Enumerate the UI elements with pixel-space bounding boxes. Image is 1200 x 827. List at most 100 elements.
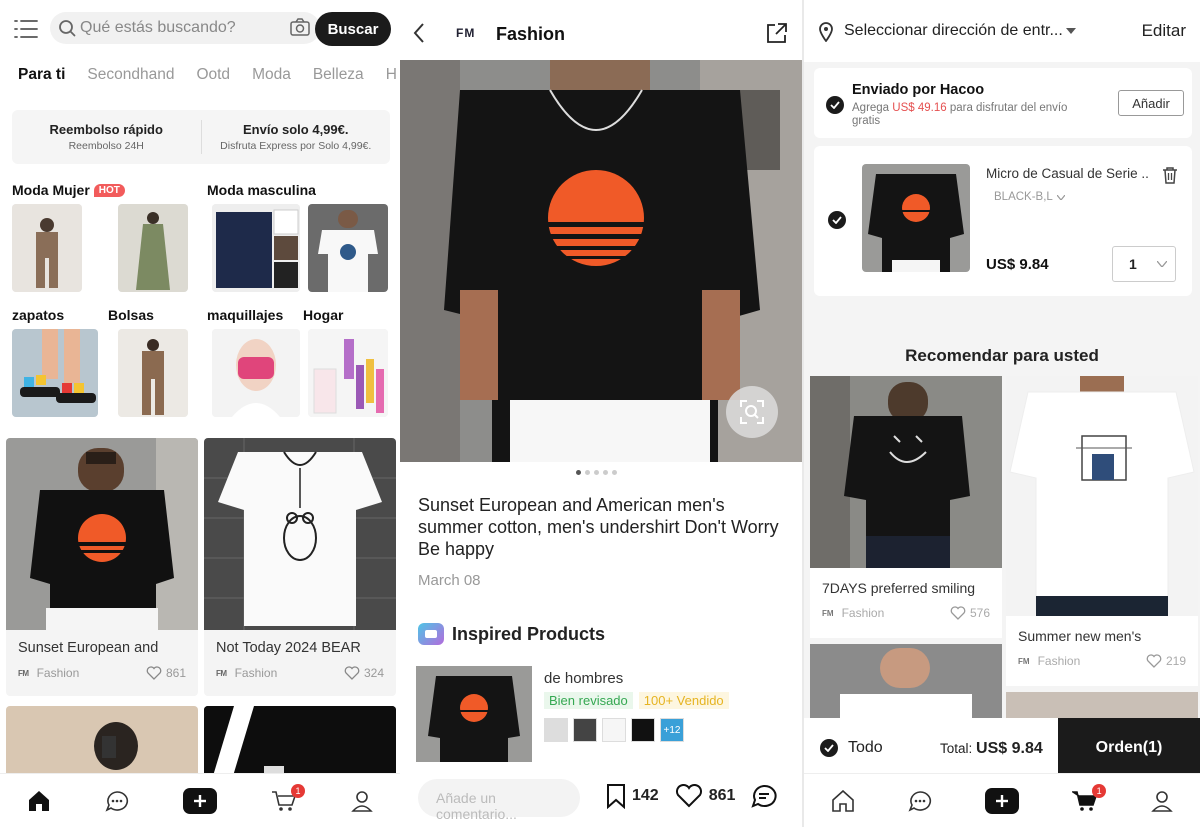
tag-well-reviewed: Bien revisado xyxy=(544,692,633,709)
select-all-label[interactable]: Todo xyxy=(848,739,883,757)
visual-search-button[interactable] xyxy=(726,386,778,438)
tab-belleza[interactable]: Belleza xyxy=(313,66,364,84)
nav-profile[interactable] xyxy=(351,790,373,812)
inspired-product-image[interactable] xyxy=(416,666,532,762)
category-moda-mujer[interactable]: Moda Mujer HOT xyxy=(12,182,125,198)
variant-label: BLACK-B,L xyxy=(994,191,1053,203)
nav-profile[interactable] xyxy=(1151,790,1174,812)
recommend-heading: Recomendar para usted xyxy=(905,346,1099,365)
recommended-card[interactable]: 7DAYS preferred smiling FM Fashion 576 xyxy=(810,376,1002,638)
swatch[interactable] xyxy=(573,718,597,742)
thumb-makeup-face[interactable] xyxy=(212,329,300,417)
add-more-button[interactable]: Añadir xyxy=(1118,90,1184,116)
recommended-card[interactable] xyxy=(810,644,1002,724)
nav-cart[interactable]: 1 xyxy=(271,783,305,812)
nav-post[interactable] xyxy=(183,787,217,814)
save-count: 142 xyxy=(632,787,659,804)
search-box[interactable] xyxy=(50,12,320,44)
category-maquillajes[interactable]: maquillajes xyxy=(207,307,283,323)
tab-moda[interactable]: Moda xyxy=(252,66,291,84)
category-moda-masculina[interactable]: Moda masculina xyxy=(207,182,316,198)
variant-selector[interactable]: BLACK-B,L xyxy=(994,191,1065,203)
swatch[interactable] xyxy=(544,718,568,742)
menu-list-icon[interactable] xyxy=(14,19,38,39)
nav-home[interactable] xyxy=(27,790,51,812)
category-label: Hogar xyxy=(303,307,344,323)
check-icon[interactable] xyxy=(826,96,844,114)
thumb-women-outfit[interactable] xyxy=(12,204,82,292)
nav-post[interactable] xyxy=(984,787,1019,814)
thumb-men-tshirt[interactable] xyxy=(308,204,388,292)
cart-screen: Seleccionar dirección de entr... Editar … xyxy=(804,0,1200,827)
save-button[interactable]: 142 xyxy=(606,783,659,809)
like-button[interactable]: 861 xyxy=(675,784,735,808)
tab-secondhand[interactable]: Secondhand xyxy=(87,66,174,84)
camera-icon[interactable] xyxy=(290,18,310,36)
post-actions: 142 861 xyxy=(606,783,793,809)
recommended-card[interactable]: Summer new men's FM Fashion 219 xyxy=(1006,376,1198,686)
like-button[interactable]: 219 xyxy=(1146,654,1186,668)
nav-messages[interactable] xyxy=(105,790,129,812)
nav-home[interactable] xyxy=(831,789,855,812)
search-input[interactable] xyxy=(80,12,270,44)
thumb-women-dress[interactable] xyxy=(118,204,188,292)
like-button[interactable]: 861 xyxy=(146,666,186,680)
heart-icon xyxy=(344,666,360,680)
category-tabs: Para ti Secondhand Ootd Moda Belleza H xyxy=(18,66,400,84)
search-icon xyxy=(58,19,76,37)
check-icon[interactable] xyxy=(828,211,846,229)
comment-input[interactable]: Añade un comentario... xyxy=(418,779,580,822)
comments-button[interactable] xyxy=(751,784,777,808)
recommended-card-image xyxy=(1006,376,1198,616)
feed-card[interactable]: Not Today 2024 BEAR FM Fashion 324 xyxy=(204,438,396,696)
thumb-bag-outfit[interactable] xyxy=(118,329,188,417)
quantity-select[interactable]: 1 xyxy=(1112,246,1176,282)
feed-card[interactable]: Sunset European and FM Fashion 861 xyxy=(6,438,198,696)
inspired-product-name[interactable]: de hombres xyxy=(544,670,623,687)
post-header: FM Fashion xyxy=(400,0,802,60)
promo-banner[interactable]: Reembolso rápido Reembolso 24H Envío sol… xyxy=(12,110,390,164)
inspired-products-icon xyxy=(418,623,444,645)
trash-icon[interactable] xyxy=(1162,166,1178,184)
bottom-nav: 1 xyxy=(804,773,1200,827)
like-button[interactable]: 324 xyxy=(344,666,384,680)
swatch[interactable] xyxy=(602,718,626,742)
category-hogar[interactable]: Hogar xyxy=(303,307,343,323)
category-zapatos[interactable]: zapatos xyxy=(12,307,64,323)
post-author-name[interactable]: Fashion xyxy=(496,24,565,45)
nav-messages[interactable] xyxy=(908,790,932,812)
tab-ootd[interactable]: Ootd xyxy=(196,66,230,84)
category-label: Moda Mujer xyxy=(12,182,90,198)
address-selector[interactable]: Seleccionar dirección de entr... xyxy=(844,22,1063,40)
chevron-down-icon[interactable] xyxy=(1066,28,1076,34)
thumb-sandals[interactable] xyxy=(12,329,98,417)
post-hero-image[interactable] xyxy=(400,60,802,462)
feed-card-image xyxy=(6,438,198,630)
plus-icon xyxy=(183,787,217,814)
order-button[interactable]: Orden(1) xyxy=(1058,718,1200,778)
back-arrow-icon[interactable] xyxy=(412,22,426,44)
edit-button[interactable]: Editar xyxy=(1142,21,1186,41)
category-bolsas[interactable]: Bolsas xyxy=(108,307,154,323)
cart-item-name[interactable]: Micro de Casual de Serie ... xyxy=(986,166,1150,181)
fm-logo-icon: FM xyxy=(822,608,834,618)
inspired-products-heading: Inspired Products xyxy=(418,623,605,645)
thumb-men-sweater[interactable] xyxy=(212,204,300,292)
select-all-check-icon[interactable] xyxy=(820,739,838,757)
recommended-card-author: Fashion xyxy=(841,606,885,620)
recommended-card-image xyxy=(810,376,1002,568)
product-tags: Bien revisado 100+ Vendido xyxy=(544,692,729,709)
thumb-perfume[interactable] xyxy=(308,329,388,417)
promo-shipping-subtitle: Disfruta Express por Solo 4,99€. xyxy=(220,140,372,152)
cart-badge: 1 xyxy=(291,783,305,798)
search-button[interactable]: Buscar xyxy=(315,12,391,46)
quantity-value: 1 xyxy=(1129,256,1137,272)
swatch-more[interactable]: +12 xyxy=(660,718,684,742)
tab-h[interactable]: H xyxy=(386,66,397,84)
tab-para-ti[interactable]: Para ti xyxy=(18,66,65,84)
share-icon[interactable] xyxy=(766,22,788,44)
cart-item-image[interactable] xyxy=(862,164,970,272)
swatch[interactable] xyxy=(631,718,655,742)
like-button[interactable]: 576 xyxy=(950,606,990,620)
nav-cart[interactable]: 1 xyxy=(1072,783,1107,812)
